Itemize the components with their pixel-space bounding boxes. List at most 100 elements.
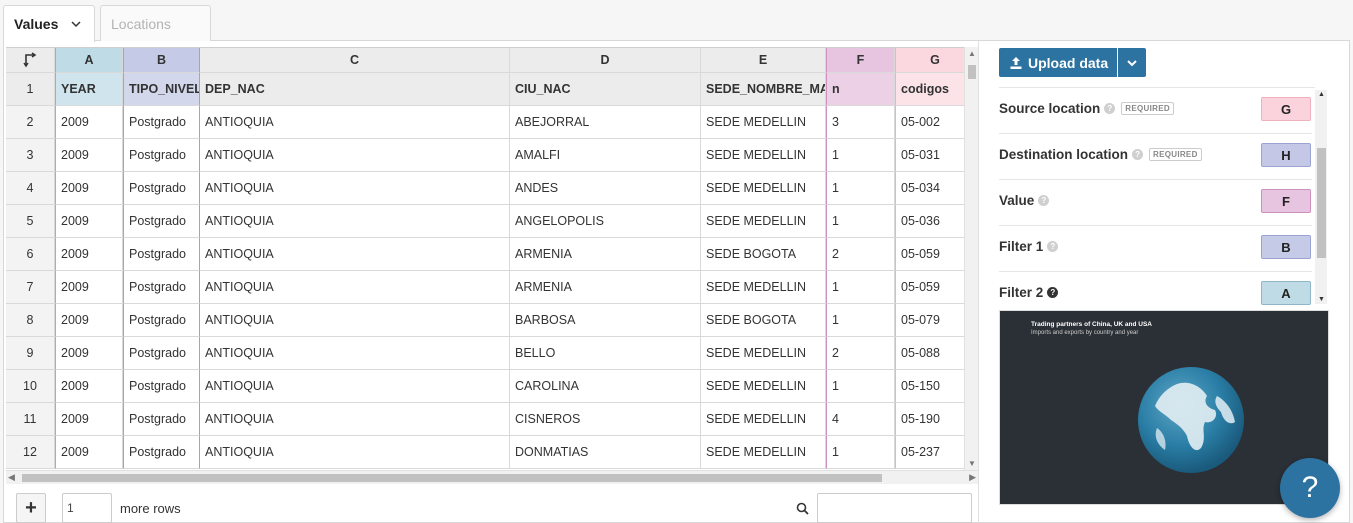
table-cell[interactable]: 1 bbox=[826, 370, 895, 403]
table-cell[interactable]: SEDE BOGOTA bbox=[701, 238, 826, 271]
table-cell[interactable]: 05-031 bbox=[895, 139, 964, 172]
table-cell[interactable]: Postgrado bbox=[123, 106, 200, 139]
field-cell-year[interactable]: YEAR bbox=[55, 73, 123, 106]
table-cell[interactable]: Postgrado bbox=[123, 139, 200, 172]
table-cell[interactable]: Postgrado bbox=[123, 172, 200, 205]
rows-count-input[interactable] bbox=[62, 493, 112, 523]
table-cell[interactable]: SEDE MEDELLIN bbox=[701, 436, 826, 469]
table-cell[interactable]: ABEJORRAL bbox=[510, 106, 701, 139]
table-cell[interactable]: 2009 bbox=[55, 271, 123, 304]
table-cell[interactable]: 2009 bbox=[55, 172, 123, 205]
table-cell[interactable]: ANDES bbox=[510, 172, 701, 205]
table-cell[interactable]: Postgrado bbox=[123, 436, 200, 469]
column-header-d[interactable]: D bbox=[510, 48, 701, 73]
column-header-f[interactable]: F bbox=[826, 48, 895, 73]
table-cell[interactable]: SEDE MEDELLIN bbox=[701, 139, 826, 172]
field-cell-tipo-nivel[interactable]: TIPO_NIVEL bbox=[123, 73, 200, 106]
table-cell[interactable]: ANTIOQUIA bbox=[200, 403, 510, 436]
table-cell[interactable]: 05-036 bbox=[895, 205, 964, 238]
table-cell[interactable]: ANTIOQUIA bbox=[200, 205, 510, 238]
scroll-up-arrow-icon[interactable]: ▲ bbox=[1318, 91, 1325, 98]
tab-values[interactable]: Values bbox=[3, 5, 95, 42]
table-cell[interactable]: SEDE BOGOTA bbox=[701, 304, 826, 337]
table-cell[interactable]: Postgrado bbox=[123, 304, 200, 337]
table-cell[interactable]: Postgrado bbox=[123, 370, 200, 403]
table-cell[interactable]: ARMENIA bbox=[510, 238, 701, 271]
table-cell[interactable]: 1 bbox=[826, 172, 895, 205]
column-selector[interactable]: B bbox=[1261, 235, 1311, 259]
search-input[interactable] bbox=[817, 493, 972, 523]
table-cell[interactable]: BARBOSA bbox=[510, 304, 701, 337]
table-cell[interactable]: 2009 bbox=[55, 370, 123, 403]
column-selector[interactable]: A bbox=[1261, 281, 1311, 305]
table-cell[interactable]: SEDE MEDELLIN bbox=[701, 106, 826, 139]
table-cell[interactable]: ANTIOQUIA bbox=[200, 304, 510, 337]
field-cell-sede-nombre-mat[interactable]: SEDE_NOMBRE_MAT bbox=[701, 73, 826, 106]
table-cell[interactable]: ARMENIA bbox=[510, 271, 701, 304]
scroll-down-arrow-icon[interactable]: ▼ bbox=[1318, 296, 1325, 303]
table-cell[interactable]: 05-088 bbox=[895, 337, 964, 370]
scroll-down-arrow-icon[interactable]: ▼ bbox=[968, 459, 976, 468]
table-cell[interactable]: Postgrado bbox=[123, 337, 200, 370]
table-cell[interactable]: 1 bbox=[826, 139, 895, 172]
table-cell[interactable]: 3 bbox=[826, 106, 895, 139]
table-cell[interactable]: 05-190 bbox=[895, 403, 964, 436]
table-cell[interactable]: SEDE MEDELLIN bbox=[701, 337, 826, 370]
visualisation-preview[interactable]: Trading partners of China, UK and USA Im… bbox=[999, 310, 1329, 505]
table-cell[interactable]: Postgrado bbox=[123, 403, 200, 436]
upload-dropdown-button[interactable] bbox=[1118, 48, 1146, 77]
help-icon[interactable]: ? bbox=[1038, 195, 1050, 206]
table-cell[interactable]: ANTIOQUIA bbox=[200, 337, 510, 370]
table-cell[interactable]: 2009 bbox=[55, 106, 123, 139]
table-cell[interactable]: 05-059 bbox=[895, 238, 964, 271]
column-header-b[interactable]: B bbox=[123, 48, 200, 73]
table-cell[interactable]: 2 bbox=[826, 238, 895, 271]
table-cell[interactable]: 2009 bbox=[55, 337, 123, 370]
column-header-g[interactable]: G bbox=[895, 48, 964, 73]
tab-locations[interactable]: Locations bbox=[100, 5, 211, 41]
table-cell[interactable]: 2009 bbox=[55, 238, 123, 271]
table-cell[interactable]: ANGELOPOLIS bbox=[510, 205, 701, 238]
help-icon[interactable]: ? bbox=[1132, 149, 1144, 160]
table-cell[interactable]: 2009 bbox=[55, 205, 123, 238]
bindings-scroll-thumb[interactable] bbox=[1317, 148, 1326, 258]
grid-vertical-scrollbar[interactable]: ▲ ▼ bbox=[964, 47, 978, 470]
table-cell[interactable]: 2009 bbox=[55, 403, 123, 436]
table-cell[interactable]: 1 bbox=[826, 436, 895, 469]
scroll-up-arrow-icon[interactable]: ▲ bbox=[968, 49, 976, 58]
grid-horizontal-scrollbar[interactable]: ◀ ▶ bbox=[6, 470, 978, 484]
data-grid[interactable]: A B C D E F G 1 YEAR TIPO_NIVEL DEP_NAC … bbox=[6, 47, 964, 470]
table-cell[interactable]: ANTIOQUIA bbox=[200, 139, 510, 172]
table-cell[interactable]: DONMATIAS bbox=[510, 436, 701, 469]
table-cell[interactable]: SEDE MEDELLIN bbox=[701, 403, 826, 436]
column-selector[interactable]: G bbox=[1261, 97, 1311, 121]
table-cell[interactable]: ANTIOQUIA bbox=[200, 436, 510, 469]
scroll-right-arrow-icon[interactable]: ▶ bbox=[969, 472, 976, 483]
chevron-down-icon[interactable] bbox=[70, 18, 82, 30]
upload-data-button[interactable]: Upload data bbox=[999, 48, 1117, 77]
table-cell[interactable]: ANTIOQUIA bbox=[200, 106, 510, 139]
table-cell[interactable]: AMALFI bbox=[510, 139, 701, 172]
table-cell[interactable]: 2009 bbox=[55, 304, 123, 337]
table-cell[interactable]: 05-079 bbox=[895, 304, 964, 337]
help-button[interactable]: ? bbox=[1280, 458, 1340, 518]
column-header-e[interactable]: E bbox=[701, 48, 826, 73]
table-cell[interactable]: CAROLINA bbox=[510, 370, 701, 403]
scroll-left-arrow-icon[interactable]: ◀ bbox=[8, 472, 15, 483]
table-cell[interactable]: 05-237 bbox=[895, 436, 964, 469]
table-cell[interactable]: 2009 bbox=[55, 436, 123, 469]
field-cell-n[interactable]: n bbox=[826, 73, 895, 106]
table-cell[interactable]: ANTIOQUIA bbox=[200, 172, 510, 205]
column-selector[interactable]: H bbox=[1261, 143, 1311, 167]
column-header-c[interactable]: C bbox=[200, 48, 510, 73]
table-cell[interactable]: 1 bbox=[826, 271, 895, 304]
transpose-corner-button[interactable] bbox=[6, 48, 55, 73]
table-cell[interactable]: 2009 bbox=[55, 139, 123, 172]
table-cell[interactable]: SEDE MEDELLIN bbox=[701, 271, 826, 304]
table-cell[interactable]: Postgrado bbox=[123, 271, 200, 304]
table-cell[interactable]: BELLO bbox=[510, 337, 701, 370]
field-cell-dep-nac[interactable]: DEP_NAC bbox=[200, 73, 510, 106]
table-cell[interactable]: 1 bbox=[826, 205, 895, 238]
table-cell[interactable]: 05-002 bbox=[895, 106, 964, 139]
table-cell[interactable]: SEDE MEDELLIN bbox=[701, 370, 826, 403]
